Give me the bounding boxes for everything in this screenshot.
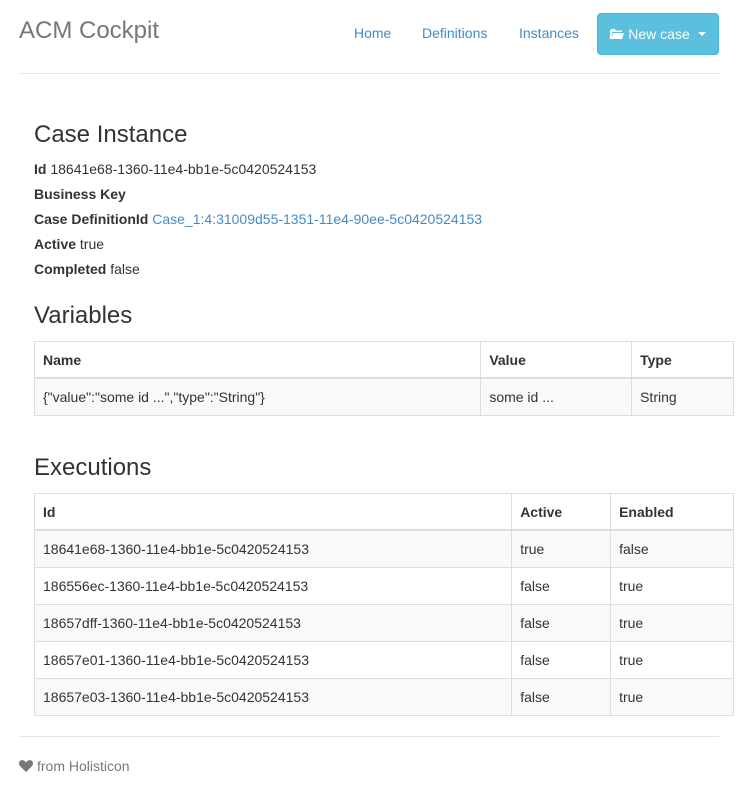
case-instance-heading: Case Instance <box>34 121 188 148</box>
execution-enabled-cell: false <box>610 529 734 568</box>
prop-business-key-label: Business Key <box>34 186 126 202</box>
brand-title[interactable]: ACM Cockpit <box>19 17 159 45</box>
execution-active-cell: false <box>511 678 612 716</box>
new-case-dropdown-button[interactable]: New case <box>597 13 719 55</box>
folder-open-icon <box>610 29 625 39</box>
execution-active-cell: true <box>511 529 612 568</box>
definition-id-link[interactable]: Case_1:4:31009d55-1351-11e4-90ee-5c04205… <box>152 211 482 227</box>
variable-value-cell: some id ... <box>480 377 633 416</box>
footer: from Holisticon <box>19 736 719 774</box>
execution-id-cell: 186556ec-1360-11e4-bb1e-5c0420524153 <box>33 567 513 605</box>
column-header-id: Id <box>33 493 513 531</box>
prop-id-label: Id <box>34 161 47 177</box>
column-header-enabled: Enabled <box>610 493 734 531</box>
footer-credit: from Holisticon <box>19 758 130 774</box>
variable-name-cell: {"value":"some id ...","type":"String"} <box>33 377 482 416</box>
table-row: 18657e03-1360-11e4-bb1e-5c0420524153 fal… <box>33 678 734 716</box>
column-header-active: Active <box>511 493 612 531</box>
executions-header-row: Id Active Enabled <box>33 493 734 531</box>
prop-business-key: Business Key <box>34 186 126 202</box>
nav-instances-link[interactable]: Instances <box>519 25 579 41</box>
caret-down-icon <box>697 32 706 36</box>
table-row: 186556ec-1360-11e4-bb1e-5c0420524153 fal… <box>33 567 734 605</box>
prop-completed: Completed false <box>34 261 140 277</box>
column-header-name: Name <box>33 341 482 379</box>
executions-heading: Executions <box>34 454 152 481</box>
heart-icon <box>19 760 33 772</box>
execution-id-cell: 18657e01-1360-11e4-bb1e-5c0420524153 <box>33 641 513 679</box>
new-case-label: New case <box>628 26 690 42</box>
column-header-type: Type <box>631 341 734 379</box>
footer-text: from Holisticon <box>37 758 130 774</box>
table-row: 18657e01-1360-11e4-bb1e-5c0420524153 fal… <box>33 641 734 679</box>
prop-completed-value: false <box>110 261 140 277</box>
executions-table: Id Active Enabled 18641e68-1360-11e4-bb1… <box>33 493 734 716</box>
execution-active-cell: false <box>511 641 612 679</box>
prop-active: Active true <box>34 236 104 252</box>
execution-active-cell: false <box>511 604 612 642</box>
variables-heading: Variables <box>34 302 133 329</box>
table-row: {"value":"some id ...","type":"String"} … <box>33 377 734 416</box>
execution-enabled-cell: true <box>610 604 734 642</box>
prop-definition-id-label: Case DefinitionId <box>34 211 149 227</box>
prop-definition-id: Case DefinitionId Case_1:4:31009d55-1351… <box>34 211 482 227</box>
navbar: ACM Cockpit Home Definitions Instances N… <box>19 0 719 74</box>
execution-active-cell: false <box>511 567 612 605</box>
execution-id-cell: 18657dff-1360-11e4-bb1e-5c0420524153 <box>33 604 513 642</box>
execution-id-cell: 18641e68-1360-11e4-bb1e-5c0420524153 <box>33 529 513 568</box>
table-row: 18641e68-1360-11e4-bb1e-5c0420524153 tru… <box>33 529 734 568</box>
column-header-value: Value <box>480 341 633 379</box>
prop-active-label: Active <box>34 236 77 252</box>
execution-id-cell: 18657e03-1360-11e4-bb1e-5c0420524153 <box>33 678 513 716</box>
prop-id-value: 18641e68-1360-11e4-bb1e-5c0420524153 <box>50 161 317 177</box>
variables-header-row: Name Value Type <box>33 341 734 379</box>
variable-type-cell: String <box>631 377 734 416</box>
execution-enabled-cell: true <box>610 641 734 679</box>
prop-id: Id 18641e68-1360-11e4-bb1e-5c0420524153 <box>34 161 316 177</box>
prop-completed-label: Completed <box>34 261 107 277</box>
nav-definitions-link[interactable]: Definitions <box>422 25 487 41</box>
execution-enabled-cell: true <box>610 678 734 716</box>
execution-enabled-cell: true <box>610 567 734 605</box>
table-row: 18657dff-1360-11e4-bb1e-5c0420524153 fal… <box>33 604 734 642</box>
prop-active-value: true <box>79 236 105 252</box>
variables-table: Name Value Type {"value":"some id ...","… <box>33 341 734 416</box>
nav-home-link[interactable]: Home <box>354 25 391 41</box>
